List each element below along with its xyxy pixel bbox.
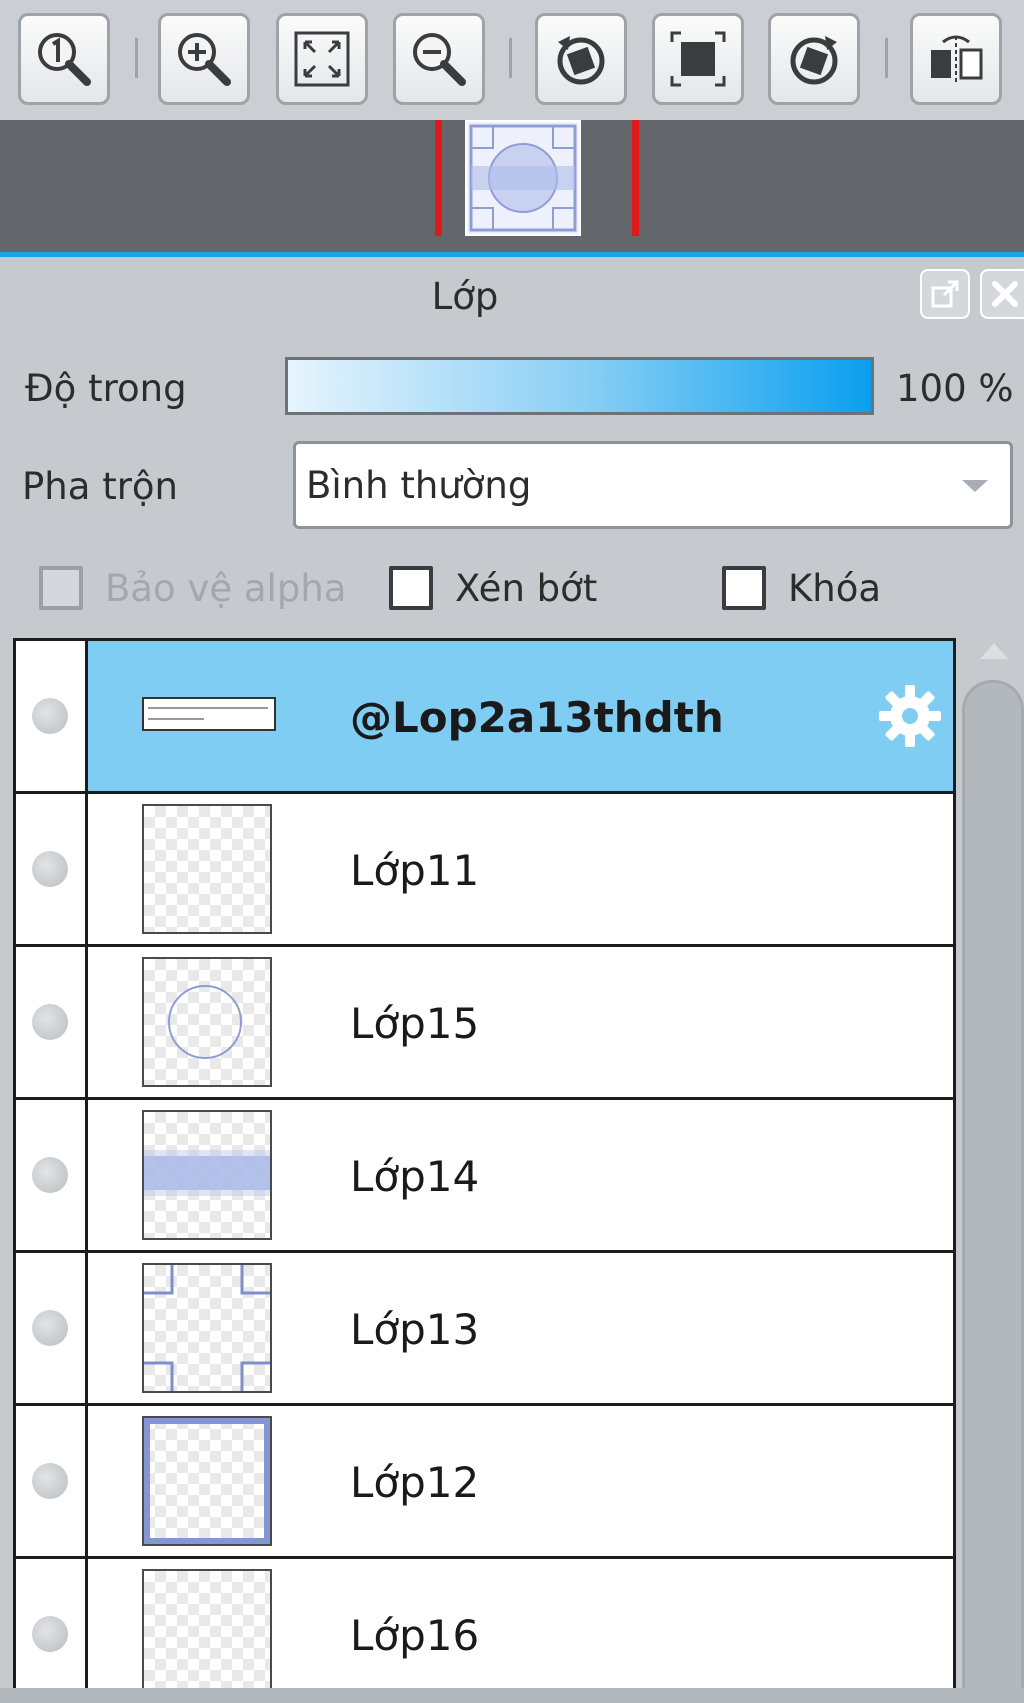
layer-visibility-toggle[interactable] xyxy=(16,1406,88,1556)
reset-rotation-button[interactable] xyxy=(652,13,744,105)
fit-to-window-icon xyxy=(294,31,350,87)
toolbar-separator xyxy=(885,38,888,78)
reset-rotation-icon xyxy=(670,31,726,87)
rotate-right-icon xyxy=(790,36,838,85)
layer-row[interactable]: Lớp12 xyxy=(16,1406,953,1559)
layer-row[interactable]: Lớp14 xyxy=(16,1100,953,1253)
layer-row-body[interactable]: Lớp11 xyxy=(88,794,953,944)
opacity-slider[interactable] xyxy=(285,357,874,415)
layer-name: @Lop2a13thdth xyxy=(350,693,724,742)
layer-thumbnail xyxy=(142,697,276,731)
gear-icon[interactable] xyxy=(875,681,945,751)
rotate-right-button[interactable] xyxy=(768,13,860,105)
layer-visibility-toggle[interactable] xyxy=(16,641,88,791)
visibility-dot-icon xyxy=(32,851,68,887)
zoom-actual-size-icon xyxy=(38,33,91,86)
zoom-out-icon xyxy=(413,33,466,86)
layer-name: Lớp15 xyxy=(350,999,480,1048)
blend-mode-select[interactable]: Bình thường xyxy=(293,441,1013,529)
layer-visibility-toggle[interactable] xyxy=(16,947,88,1097)
visibility-dot-icon xyxy=(32,1004,68,1040)
layer-visibility-toggle[interactable] xyxy=(16,1559,88,1703)
zoom-out-button[interactable] xyxy=(393,13,485,105)
layer-thumbnail xyxy=(142,1416,272,1546)
layer-row-body[interactable]: Lớp13 xyxy=(88,1253,953,1403)
layer-row[interactable]: Lớp16 xyxy=(16,1559,953,1703)
toolbar-separator xyxy=(509,38,512,78)
preview-marker-right xyxy=(632,120,639,236)
layer-row-body[interactable]: @Lop2a13thdth xyxy=(88,641,953,791)
close-panel-button[interactable] xyxy=(980,269,1024,319)
layer-thumbnail xyxy=(142,804,272,934)
popout-icon xyxy=(931,280,959,308)
popout-panel-button[interactable] xyxy=(920,269,970,319)
clip-label: Xén bớt xyxy=(455,567,598,610)
layer-name: Lớp11 xyxy=(350,846,480,895)
layer-name: Lớp13 xyxy=(350,1305,480,1354)
layer-thumbnail xyxy=(142,1110,272,1240)
flip-horizontal-button[interactable] xyxy=(910,13,1002,105)
layer-name: Lớp12 xyxy=(350,1458,480,1507)
visibility-dot-icon xyxy=(32,1157,68,1193)
layer-row[interactable]: Lớp13 xyxy=(16,1253,953,1406)
zoom-in-icon xyxy=(178,33,231,86)
protect-alpha-label: Bảo vệ alpha xyxy=(105,567,347,610)
close-icon xyxy=(992,281,1018,307)
protect-alpha-checkbox[interactable] xyxy=(39,566,83,610)
layer-list: @Lop2a13thdth Lớp11 Lớp15 Lớp14 Lớp13 Lớp12 Lớ… xyxy=(13,638,956,1703)
layer-list-scrollbar[interactable] xyxy=(962,680,1024,1703)
layer-visibility-toggle[interactable] xyxy=(16,1100,88,1250)
layer-thumbnail xyxy=(142,1263,272,1393)
panel-bottom-edge xyxy=(0,1688,1024,1703)
view-toolbar xyxy=(0,0,1024,120)
toolbar-separator xyxy=(135,38,138,78)
layer-name: Lớp16 xyxy=(350,1611,480,1660)
rotate-left-icon xyxy=(557,36,605,85)
scroll-up-arrow-icon[interactable] xyxy=(980,643,1008,659)
layer-visibility-toggle[interactable] xyxy=(16,1253,88,1403)
layer-row-body[interactable]: Lớp14 xyxy=(88,1100,953,1250)
lock-checkbox[interactable] xyxy=(722,566,766,610)
flip-horizontal-icon xyxy=(931,35,983,84)
layer-row-body[interactable]: Lớp16 xyxy=(88,1559,953,1703)
layer-panel-header: Lớp xyxy=(0,257,1024,332)
canvas-preview-thumbnail[interactable] xyxy=(465,120,581,236)
visibility-dot-icon xyxy=(32,1463,68,1499)
visibility-dot-icon xyxy=(32,698,68,734)
fit-to-window-button[interactable] xyxy=(276,13,368,105)
layer-name: Lớp14 xyxy=(350,1152,480,1201)
visibility-dot-icon xyxy=(32,1310,68,1346)
layer-visibility-toggle[interactable] xyxy=(16,794,88,944)
layer-row[interactable]: @Lop2a13thdth xyxy=(16,641,953,794)
layer-row-body[interactable]: Lớp12 xyxy=(88,1406,953,1556)
layer-row[interactable]: Lớp15 xyxy=(16,947,953,1100)
visibility-dot-icon xyxy=(32,1616,68,1652)
layer-row-body[interactable]: Lớp15 xyxy=(88,947,953,1097)
panel-title: Lớp xyxy=(431,275,499,318)
clip-checkbox[interactable] xyxy=(389,566,433,610)
blend-mode-value: Bình thường xyxy=(306,464,532,507)
opacity-label: Độ trong xyxy=(25,367,187,410)
rotate-left-button[interactable] xyxy=(535,13,627,105)
lock-label: Khóa xyxy=(788,567,882,610)
opacity-value: 100 % xyxy=(896,367,1014,410)
chevron-down-icon xyxy=(962,480,988,492)
zoom-actual-size-button[interactable] xyxy=(18,13,110,105)
layer-row[interactable]: Lớp11 xyxy=(16,794,953,947)
layer-thumbnail xyxy=(142,957,272,1087)
zoom-in-button[interactable] xyxy=(158,13,250,105)
layer-thumbnail xyxy=(142,1569,272,1699)
preview-marker-left xyxy=(435,120,442,236)
blend-mode-label: Pha trộn xyxy=(22,465,179,508)
canvas-preview-strip[interactable] xyxy=(0,120,1024,253)
